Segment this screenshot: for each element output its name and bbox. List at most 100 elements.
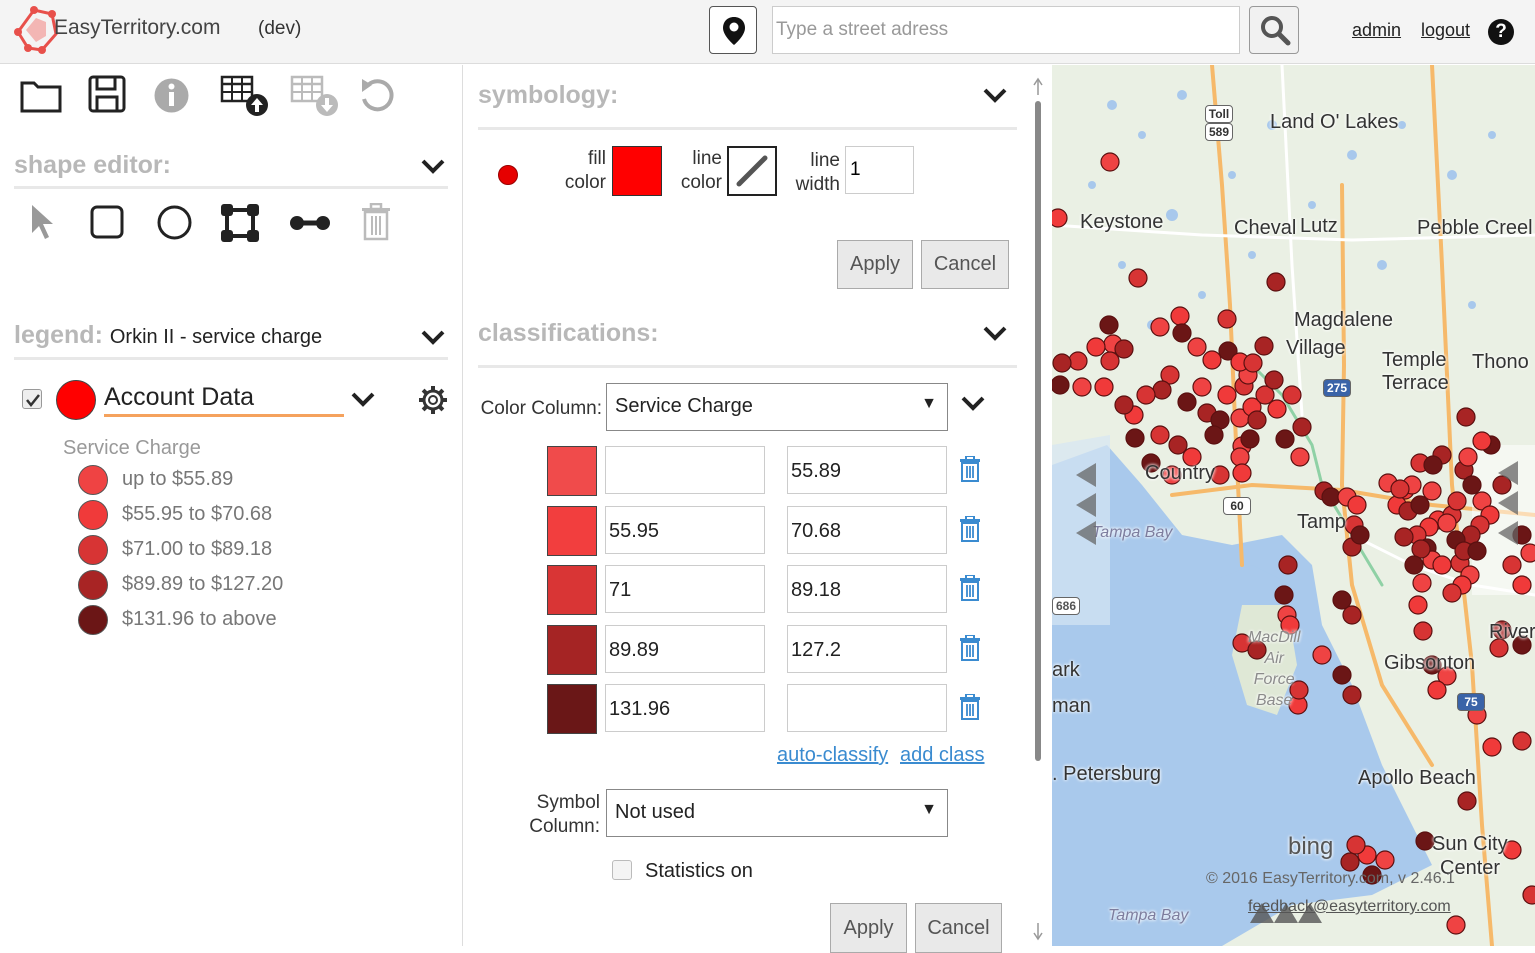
panel-collapse-arrow-icon[interactable] — [1076, 463, 1096, 487]
class-min-input[interactable]: 89.89 — [605, 624, 765, 673]
map-data-point[interactable] — [1332, 665, 1352, 685]
trash-icon[interactable] — [959, 575, 981, 601]
polygon-tool-icon[interactable] — [220, 203, 260, 243]
map-data-point[interactable] — [1068, 351, 1088, 371]
class-min-input[interactable]: 71 — [605, 565, 765, 613]
map-data-point[interactable] — [1052, 353, 1072, 373]
trash-icon[interactable] — [959, 694, 981, 720]
map-data-point[interactable] — [1467, 541, 1487, 561]
address-search-input[interactable] — [772, 6, 1240, 54]
line-width-input[interactable] — [845, 146, 914, 194]
class-min-input[interactable]: 55.95 — [605, 505, 765, 554]
class-color-swatch[interactable] — [547, 684, 597, 734]
map-data-point[interactable] — [1114, 395, 1134, 415]
trash-icon[interactable] — [959, 515, 981, 542]
map-data-point[interactable] — [1266, 272, 1286, 292]
expand-up-arrow-icon[interactable] — [1298, 903, 1322, 923]
map-data-point[interactable] — [1278, 555, 1298, 575]
map-data-point[interactable] — [1437, 513, 1457, 533]
map-data-point[interactable] — [1446, 915, 1466, 935]
map-data-point[interactable] — [1340, 852, 1360, 872]
save-icon[interactable] — [88, 75, 126, 113]
map-data-point[interactable] — [1170, 306, 1190, 326]
map-data-point[interactable] — [1282, 385, 1302, 405]
map-data-point[interactable] — [1052, 375, 1070, 395]
map-data-point[interactable] — [1052, 208, 1068, 228]
add-class-link[interactable]: add class — [900, 744, 985, 767]
map-data-point[interactable] — [1150, 425, 1170, 445]
map-data-point[interactable] — [1321, 487, 1341, 507]
map-data-point[interactable] — [1274, 585, 1294, 605]
map-data-point[interactable] — [1522, 885, 1535, 905]
map-data-point[interactable] — [1128, 268, 1148, 288]
map-data-point[interactable] — [1346, 835, 1366, 855]
map-data-point[interactable] — [1100, 152, 1120, 172]
class-max-input[interactable]: 55.89 — [787, 446, 947, 494]
line-tool-icon[interactable] — [290, 213, 330, 233]
map-data-point[interactable] — [1192, 377, 1212, 397]
class-color-swatch[interactable] — [547, 624, 597, 675]
map-data-point[interactable] — [1457, 791, 1477, 811]
chevron-down-icon[interactable] — [982, 325, 1008, 343]
map-data-point[interactable] — [1187, 337, 1207, 357]
map-data-point[interactable] — [1172, 323, 1192, 343]
circle-tool-icon[interactable] — [157, 205, 192, 240]
open-folder-icon[interactable] — [20, 77, 62, 113]
map-data-point[interactable] — [1136, 385, 1156, 405]
class-color-swatch[interactable] — [547, 505, 597, 556]
map-data-point[interactable] — [1375, 850, 1395, 870]
map-data-point[interactable] — [1502, 555, 1522, 575]
map-data-point[interactable] — [1422, 481, 1442, 501]
map-data-point[interactable] — [1152, 380, 1172, 400]
panel-collapse-arrow-icon[interactable] — [1498, 521, 1518, 545]
symbol-column-select[interactable]: Not used ▼ — [606, 789, 948, 837]
map-data-point[interactable] — [1114, 339, 1134, 359]
map-data-point[interactable] — [1292, 417, 1312, 437]
map-data-point[interactable] — [1177, 392, 1197, 412]
map-data-point[interactable] — [1243, 353, 1263, 373]
panel-collapse-arrow-icon[interactable] — [1076, 521, 1096, 545]
map-view[interactable]: Land O' Lakes Keystone Cheval Lutz Pebble Cr… — [1052, 65, 1535, 946]
map-data-point[interactable] — [1204, 425, 1224, 445]
map-data-point[interactable] — [1390, 479, 1410, 499]
color-column-select[interactable]: Service Charge ▼ — [606, 383, 948, 431]
help-icon[interactable]: ? — [1488, 19, 1514, 45]
panel-collapse-arrow-icon[interactable] — [1498, 491, 1518, 515]
expand-up-arrow-icon[interactable] — [1274, 903, 1298, 923]
logout-link[interactable]: logout — [1421, 20, 1470, 41]
auto-classify-link[interactable]: auto-classify — [777, 744, 888, 767]
select-pointer-icon[interactable] — [30, 203, 56, 241]
panel-collapse-arrow-icon[interactable] — [1498, 461, 1518, 485]
gear-icon[interactable] — [418, 385, 448, 415]
panel-scrollbar[interactable] — [1033, 73, 1043, 943]
map-data-point[interactable] — [1423, 455, 1443, 475]
map-data-point[interactable] — [1458, 447, 1478, 467]
map-data-point[interactable] — [1332, 590, 1352, 610]
map-data-point[interactable] — [1413, 621, 1433, 641]
trash-icon[interactable] — [959, 634, 981, 661]
map-data-point[interactable] — [1217, 385, 1237, 405]
trash-icon[interactable] — [959, 456, 981, 482]
map-data-point[interactable] — [1150, 317, 1170, 337]
map-data-point[interactable] — [1275, 429, 1295, 449]
map-data-point[interactable] — [1404, 555, 1424, 575]
map-data-point[interactable] — [1472, 431, 1492, 451]
map-data-point[interactable] — [1217, 309, 1237, 329]
map-data-point[interactable] — [1290, 447, 1310, 467]
map-data-point[interactable] — [1267, 399, 1287, 419]
map-data-point[interactable] — [1520, 543, 1535, 563]
expand-up-arrow-icon[interactable] — [1250, 903, 1274, 923]
map-data-point[interactable] — [1412, 573, 1432, 593]
class-max-input[interactable]: 127.2 — [787, 624, 947, 673]
symbology-cancel-button[interactable]: Cancel — [921, 240, 1009, 289]
search-button[interactable] — [1249, 6, 1299, 54]
map-data-point[interactable] — [1342, 685, 1362, 705]
map-data-point[interactable] — [1099, 315, 1119, 335]
map-data-point[interactable] — [1447, 491, 1467, 511]
class-min-input[interactable] — [605, 446, 765, 494]
map-data-point[interactable] — [1240, 429, 1260, 449]
map-data-point[interactable] — [1125, 428, 1145, 448]
statistics-checkbox[interactable] — [612, 860, 632, 880]
symbology-apply-button[interactable]: Apply — [837, 240, 913, 289]
chevron-down-icon[interactable] — [420, 329, 446, 347]
